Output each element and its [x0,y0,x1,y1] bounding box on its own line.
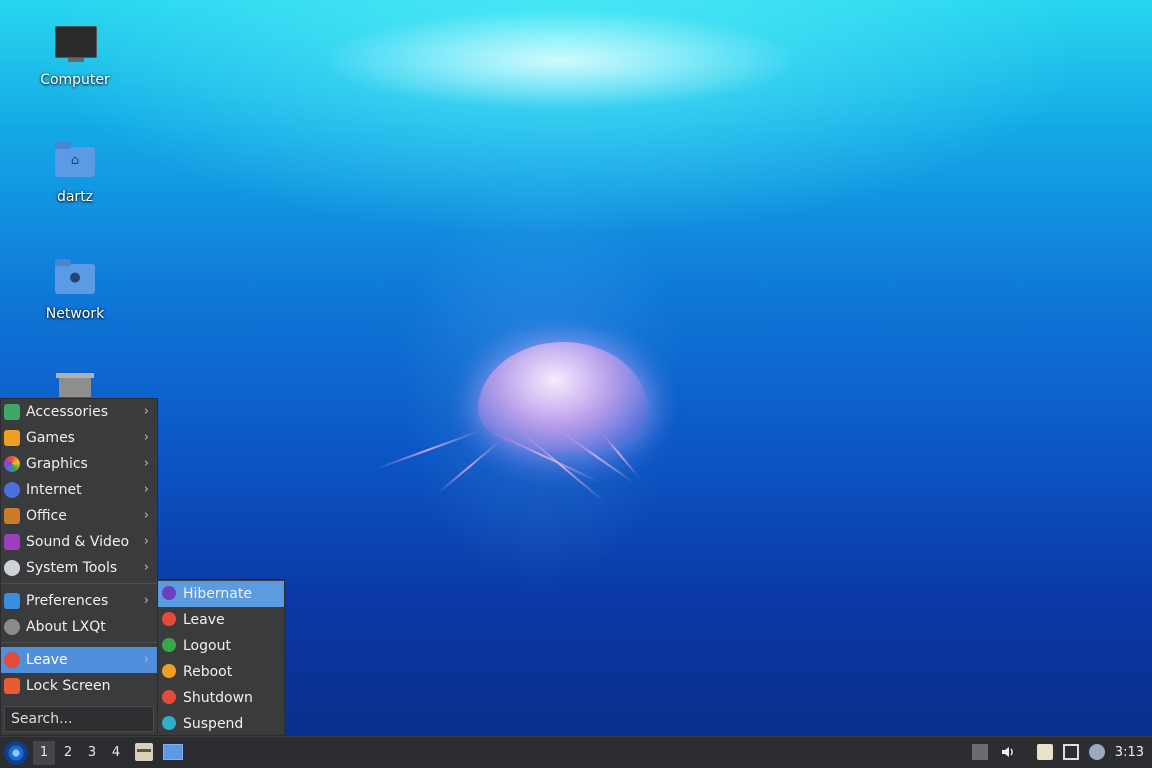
hibernate-icon [162,586,176,600]
lock-icon [4,678,20,694]
chevron-right-icon: › [143,482,149,497]
office-icon [4,508,20,524]
submenu-item-shutdown[interactable]: Shutdown [158,685,284,711]
chevron-right-icon: › [143,404,149,419]
menu-item-system-tools[interactable]: System Tools › [1,555,157,581]
menu-item-label: Leave [26,652,68,668]
system-tools-icon [4,560,20,576]
submenu-item-suspend[interactable]: Suspend [158,711,284,737]
menu-item-games[interactable]: Games › [1,425,157,451]
games-icon [4,430,20,446]
menu-item-graphics[interactable]: Graphics › [1,451,157,477]
menu-item-preferences[interactable]: Preferences › [1,588,157,614]
menu-item-accessories[interactable]: Accessories › [1,399,157,425]
chevron-right-icon: › [143,652,149,667]
submenu-item-reboot[interactable]: Reboot [158,659,284,685]
menu-item-sound-video[interactable]: Sound & Video › [1,529,157,555]
desktop-icon-network[interactable]: ● Network [25,258,125,322]
menu-item-lock-screen[interactable]: Lock Screen [1,673,157,699]
submenu-item-label: Logout [183,638,231,654]
menu-item-label: Accessories [26,404,109,420]
menu-item-label: Lock Screen [26,678,111,694]
leave-submenu: Hibernate Leave Logout Reboot Shutdown S… [157,579,285,736]
submenu-item-label: Suspend [183,716,244,732]
graphics-icon [4,456,20,472]
submenu-item-label: Hibernate [183,586,252,602]
menu-item-label: Internet [26,482,82,498]
workspace-1-button[interactable]: 1 [33,741,55,765]
power-icon [4,652,20,668]
computer-icon [53,24,97,64]
menu-item-label: Games [26,430,75,446]
power-icon [162,612,176,626]
workspace-2-button[interactable]: 2 [57,741,79,765]
network-folder-icon: ● [53,258,97,298]
chevron-right-icon: › [143,456,149,471]
taskbar: 1 2 3 4 3:13 [0,736,1152,768]
suspend-icon [162,716,176,730]
sound-video-icon [4,534,20,550]
desktop-icon-computer[interactable]: Computer [25,24,125,88]
internet-icon [4,482,20,498]
shutdown-icon [162,690,176,704]
clock[interactable]: 3:13 [1115,737,1144,769]
desktop-icon-label: Computer [40,72,110,88]
menu-search-input[interactable]: Search... [4,706,154,732]
start-menu-button[interactable] [4,741,28,765]
menu-separator [1,583,157,584]
submenu-item-logout[interactable]: Logout [158,633,284,659]
accessories-icon [4,404,20,420]
chevron-right-icon: › [143,534,149,549]
menu-separator [1,642,157,643]
menu-item-label: Preferences [26,593,109,609]
submenu-item-hibernate[interactable]: Hibernate [158,581,284,607]
logout-icon [162,638,176,652]
menu-item-label: About LXQt [26,619,106,635]
show-desktop-button[interactable] [163,744,183,760]
chevron-right-icon: › [143,430,149,445]
home-folder-icon: ⌂ [53,141,97,181]
chevron-right-icon: › [143,593,149,608]
eject-icon[interactable] [972,744,988,760]
submenu-item-label: Shutdown [183,690,253,706]
menu-item-internet[interactable]: Internet › [1,477,157,503]
menu-item-label: Graphics [26,456,88,472]
menu-item-leave[interactable]: Leave › [1,647,157,673]
menu-item-label: Sound & Video [26,534,130,550]
notification-icon[interactable] [1089,744,1105,760]
file-manager-launcher-icon[interactable] [135,743,153,761]
chevron-right-icon: › [143,560,149,575]
clipboard-icon[interactable] [1037,744,1053,760]
network-status-icon[interactable] [1063,744,1079,760]
menu-item-office[interactable]: Office › [1,503,157,529]
jellyfish-image [376,330,680,530]
volume-icon[interactable] [1000,744,1016,760]
chevron-right-icon: › [143,508,149,523]
info-icon [4,619,20,635]
submenu-item-label: Leave [183,612,225,628]
submenu-item-label: Reboot [183,664,233,680]
reboot-icon [162,664,176,678]
desktop-icon-label: Network [45,306,105,322]
menu-item-label: System Tools [26,560,118,576]
menu-item-label: Office [26,508,67,524]
submenu-item-leave[interactable]: Leave [158,607,284,633]
desktop-icon-label: dartz [56,189,94,205]
preferences-icon [4,593,20,609]
application-menu: Accessories › Games › Graphics › Interne… [0,398,158,736]
workspace-4-button[interactable]: 4 [105,741,127,765]
menu-item-about-lxqt[interactable]: About LXQt [1,614,157,640]
workspace-3-button[interactable]: 3 [81,741,103,765]
desktop-icon-home[interactable]: ⌂ dartz [25,141,125,205]
